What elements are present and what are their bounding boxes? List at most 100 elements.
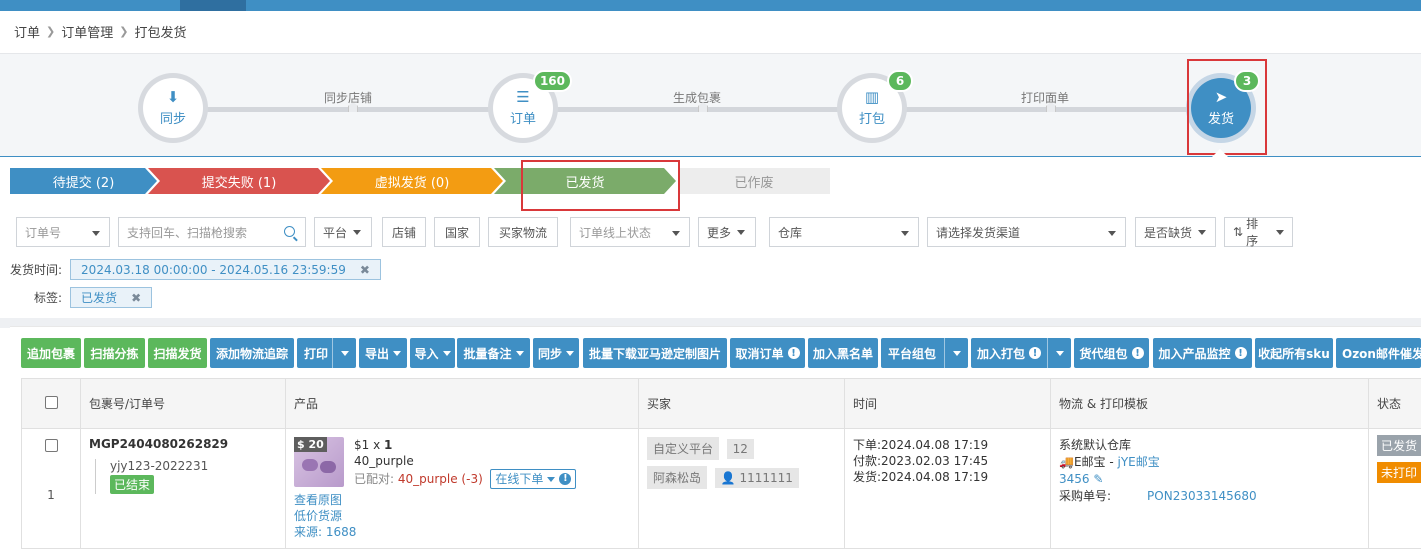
more-dropdown[interactable]: 更多 bbox=[698, 217, 756, 247]
import-button[interactable]: 导入 bbox=[410, 338, 455, 368]
shipped-status-badge: 已发货 bbox=[1377, 435, 1421, 456]
order-no-select-label: 订单号 bbox=[25, 225, 62, 240]
ship-time-tag[interactable]: 2024.03.18 00:00:00 - 2024.05.16 23:59:5… bbox=[70, 259, 381, 280]
flow-step-orders[interactable]: ☰ 订单 160 bbox=[488, 70, 572, 143]
buyer-user: 1111111 bbox=[739, 471, 793, 485]
shoe-icon bbox=[320, 461, 336, 473]
flow-step-sync[interactable]: ⬇ 同步 bbox=[138, 73, 208, 143]
table-row: 1 MGP2404080262829 yjy123-2022231 已结束 $ … bbox=[21, 428, 1421, 549]
product-cell: $ 20 $1 x 1 40_purple 已配对: 40_purple (-3… bbox=[285, 428, 639, 549]
out-of-stock-dropdown[interactable]: 是否缺货 bbox=[1135, 217, 1216, 247]
cancel-order-button[interactable]: 取消订单! bbox=[730, 338, 805, 368]
search-input[interactable]: 支持回车、扫描枪搜索 bbox=[118, 217, 306, 247]
chevron-down-icon bbox=[1108, 231, 1116, 236]
store-button[interactable]: 店铺 bbox=[382, 217, 426, 247]
ship-time-value: 2024.03.18 00:00:00 - 2024.05.16 23:59:5… bbox=[81, 262, 346, 277]
unprinted-status-badge: 未打印 bbox=[1377, 462, 1421, 483]
flow-step-pack[interactable]: ▥ 打包 6 bbox=[837, 70, 913, 143]
add-blacklist-button[interactable]: 加入黑名单 bbox=[808, 338, 878, 368]
tab-voided[interactable]: 已作废 bbox=[678, 168, 830, 194]
shoe-icon bbox=[302, 459, 318, 471]
add-pack-button[interactable]: 加入打包! bbox=[971, 338, 1071, 368]
add-package-button[interactable]: 追加包裹 bbox=[21, 338, 81, 368]
scan-sort-button[interactable]: 扫描分拣 bbox=[84, 338, 145, 368]
ozon-mail-button[interactable]: Ozon邮件催发 bbox=[1336, 338, 1421, 368]
tab-pending-submit[interactable]: 待提交 (2) bbox=[10, 168, 157, 194]
export-button[interactable]: 导出 bbox=[359, 338, 407, 368]
flow-connector-label: 同步店铺 bbox=[324, 91, 373, 105]
tracking-number[interactable]: 3456 bbox=[1059, 472, 1090, 486]
scan-ship-button[interactable]: 扫描发货 bbox=[148, 338, 207, 368]
sort-dropdown[interactable]: ⇅ 排序 bbox=[1224, 217, 1293, 248]
buyer-platform-tag: 自定义平台 bbox=[647, 437, 720, 460]
channel-select[interactable]: 请选择发货渠道 bbox=[927, 217, 1126, 247]
channel-select-label: 请选择发货渠道 bbox=[936, 225, 1021, 240]
tab-virtual-shipped[interactable]: 虚拟发货 (0) bbox=[321, 168, 503, 194]
low-price-source-link[interactable]: 低价货源 bbox=[294, 508, 630, 524]
buyer-user-tag: 👤 1111111 bbox=[714, 468, 799, 488]
tag-value-tag[interactable]: 已发货 ✖ bbox=[70, 287, 153, 308]
online-status-select[interactable]: 订单线上状态 bbox=[570, 217, 690, 247]
edit-icon[interactable]: ✎ bbox=[1093, 472, 1103, 486]
package-number[interactable]: MGP2404080262829 bbox=[89, 437, 277, 451]
tab-submit-failed[interactable]: 提交失败 (1) bbox=[148, 168, 330, 194]
add-tracking-button[interactable]: 添加物流追踪 bbox=[210, 338, 294, 368]
column-header[interactable]: 买家 bbox=[638, 378, 845, 429]
add-pack-dropdown-toggle[interactable] bbox=[1047, 338, 1071, 368]
source-link[interactable]: 来源: 1688 bbox=[294, 524, 630, 540]
product-thumbnail[interactable]: $ 20 bbox=[294, 437, 344, 487]
column-header[interactable]: 状态 bbox=[1368, 378, 1421, 429]
carrier-link[interactable]: jYE邮宝 bbox=[1118, 455, 1160, 469]
country-button[interactable]: 国家 bbox=[434, 217, 480, 247]
online-order-dropdown[interactable]: 在线下单! bbox=[490, 469, 577, 489]
top-nav-active-segment[interactable] bbox=[180, 0, 246, 11]
flow-step-count-badge: 160 bbox=[532, 70, 572, 92]
platform-group-dropdown-toggle[interactable] bbox=[944, 338, 968, 368]
column-header[interactable]: 包裹号/订单号 bbox=[80, 378, 286, 429]
sync-button-label: 同步 bbox=[537, 346, 562, 361]
flow-step-label: 打包 bbox=[858, 112, 885, 127]
package-cell: MGP2404080262829 yjy123-2022231 已结束 bbox=[80, 428, 286, 549]
search-icon[interactable] bbox=[284, 226, 295, 237]
batch-download-amazon-button[interactable]: 批量下载亚马逊定制图片 bbox=[583, 338, 727, 368]
platform-group-button[interactable]: 平台组包 bbox=[881, 338, 968, 368]
chevron-down-icon bbox=[340, 350, 349, 356]
product-variant: 40_purple bbox=[354, 454, 414, 468]
column-header[interactable]: 物流 & 打印模板 bbox=[1050, 378, 1369, 429]
product-info: $1 x 1 40_purple 已配对: 40_purple (-3) 在线下… bbox=[354, 437, 577, 489]
orders-table: 包裹号/订单号 产品 买家 时间 物流 & 打印模板 状态 1 MGP24040… bbox=[21, 378, 1421, 549]
sort-icon: ⇅ bbox=[1233, 225, 1244, 239]
close-icon[interactable]: ✖ bbox=[360, 263, 370, 277]
out-of-stock-label: 是否缺货 bbox=[1144, 225, 1193, 240]
batch-note-button[interactable]: 批量备注 bbox=[457, 338, 530, 368]
collapse-sku-button[interactable]: 收起所有sku bbox=[1255, 338, 1333, 368]
column-header[interactable]: 产品 bbox=[285, 378, 639, 429]
order-number[interactable]: yjy123-2022231 bbox=[110, 459, 277, 473]
breadcrumb-item[interactable]: 订单 bbox=[14, 22, 40, 41]
select-all-checkbox[interactable] bbox=[44, 395, 58, 409]
order-status-badge: 已结束 bbox=[110, 475, 155, 494]
chevron-down-icon bbox=[952, 350, 961, 356]
close-icon[interactable]: ✖ bbox=[131, 291, 141, 305]
cancel-order-button-label: 取消订单 bbox=[735, 346, 784, 361]
price-badge: $ 20 bbox=[294, 437, 327, 452]
sync-button[interactable]: 同步 bbox=[533, 338, 579, 368]
column-header[interactable]: 时间 bbox=[844, 378, 1051, 429]
agent-group-button[interactable]: 货代组包! bbox=[1074, 338, 1149, 368]
print-button[interactable]: 打印 bbox=[297, 338, 356, 368]
breadcrumb-item[interactable]: 订单管理 bbox=[61, 22, 113, 41]
view-image-link[interactable]: 查看原图 bbox=[294, 492, 630, 508]
add-product-monitor-button[interactable]: 加入产品监控! bbox=[1153, 338, 1252, 368]
order-no-select[interactable]: 订单号 bbox=[16, 217, 110, 247]
chevron-down-icon bbox=[1198, 229, 1207, 235]
buyer-name-row: 阿森松岛 👤 1111111 bbox=[647, 466, 836, 489]
warehouse-select[interactable]: 仓库 bbox=[769, 217, 919, 247]
purchase-number[interactable]: PON23033145680 bbox=[1147, 489, 1257, 503]
print-dropdown-toggle[interactable] bbox=[332, 338, 356, 368]
shipped-time: 发货:2024.04.08 17:19 bbox=[853, 470, 989, 484]
platform-dropdown[interactable]: 平台 bbox=[314, 217, 372, 247]
info-icon: ! bbox=[1234, 347, 1247, 359]
buyer-logistics-button[interactable]: 买家物流 bbox=[488, 217, 558, 247]
platform-group-button-label: 平台组包 bbox=[888, 346, 937, 361]
row-checkbox[interactable] bbox=[44, 439, 58, 452]
